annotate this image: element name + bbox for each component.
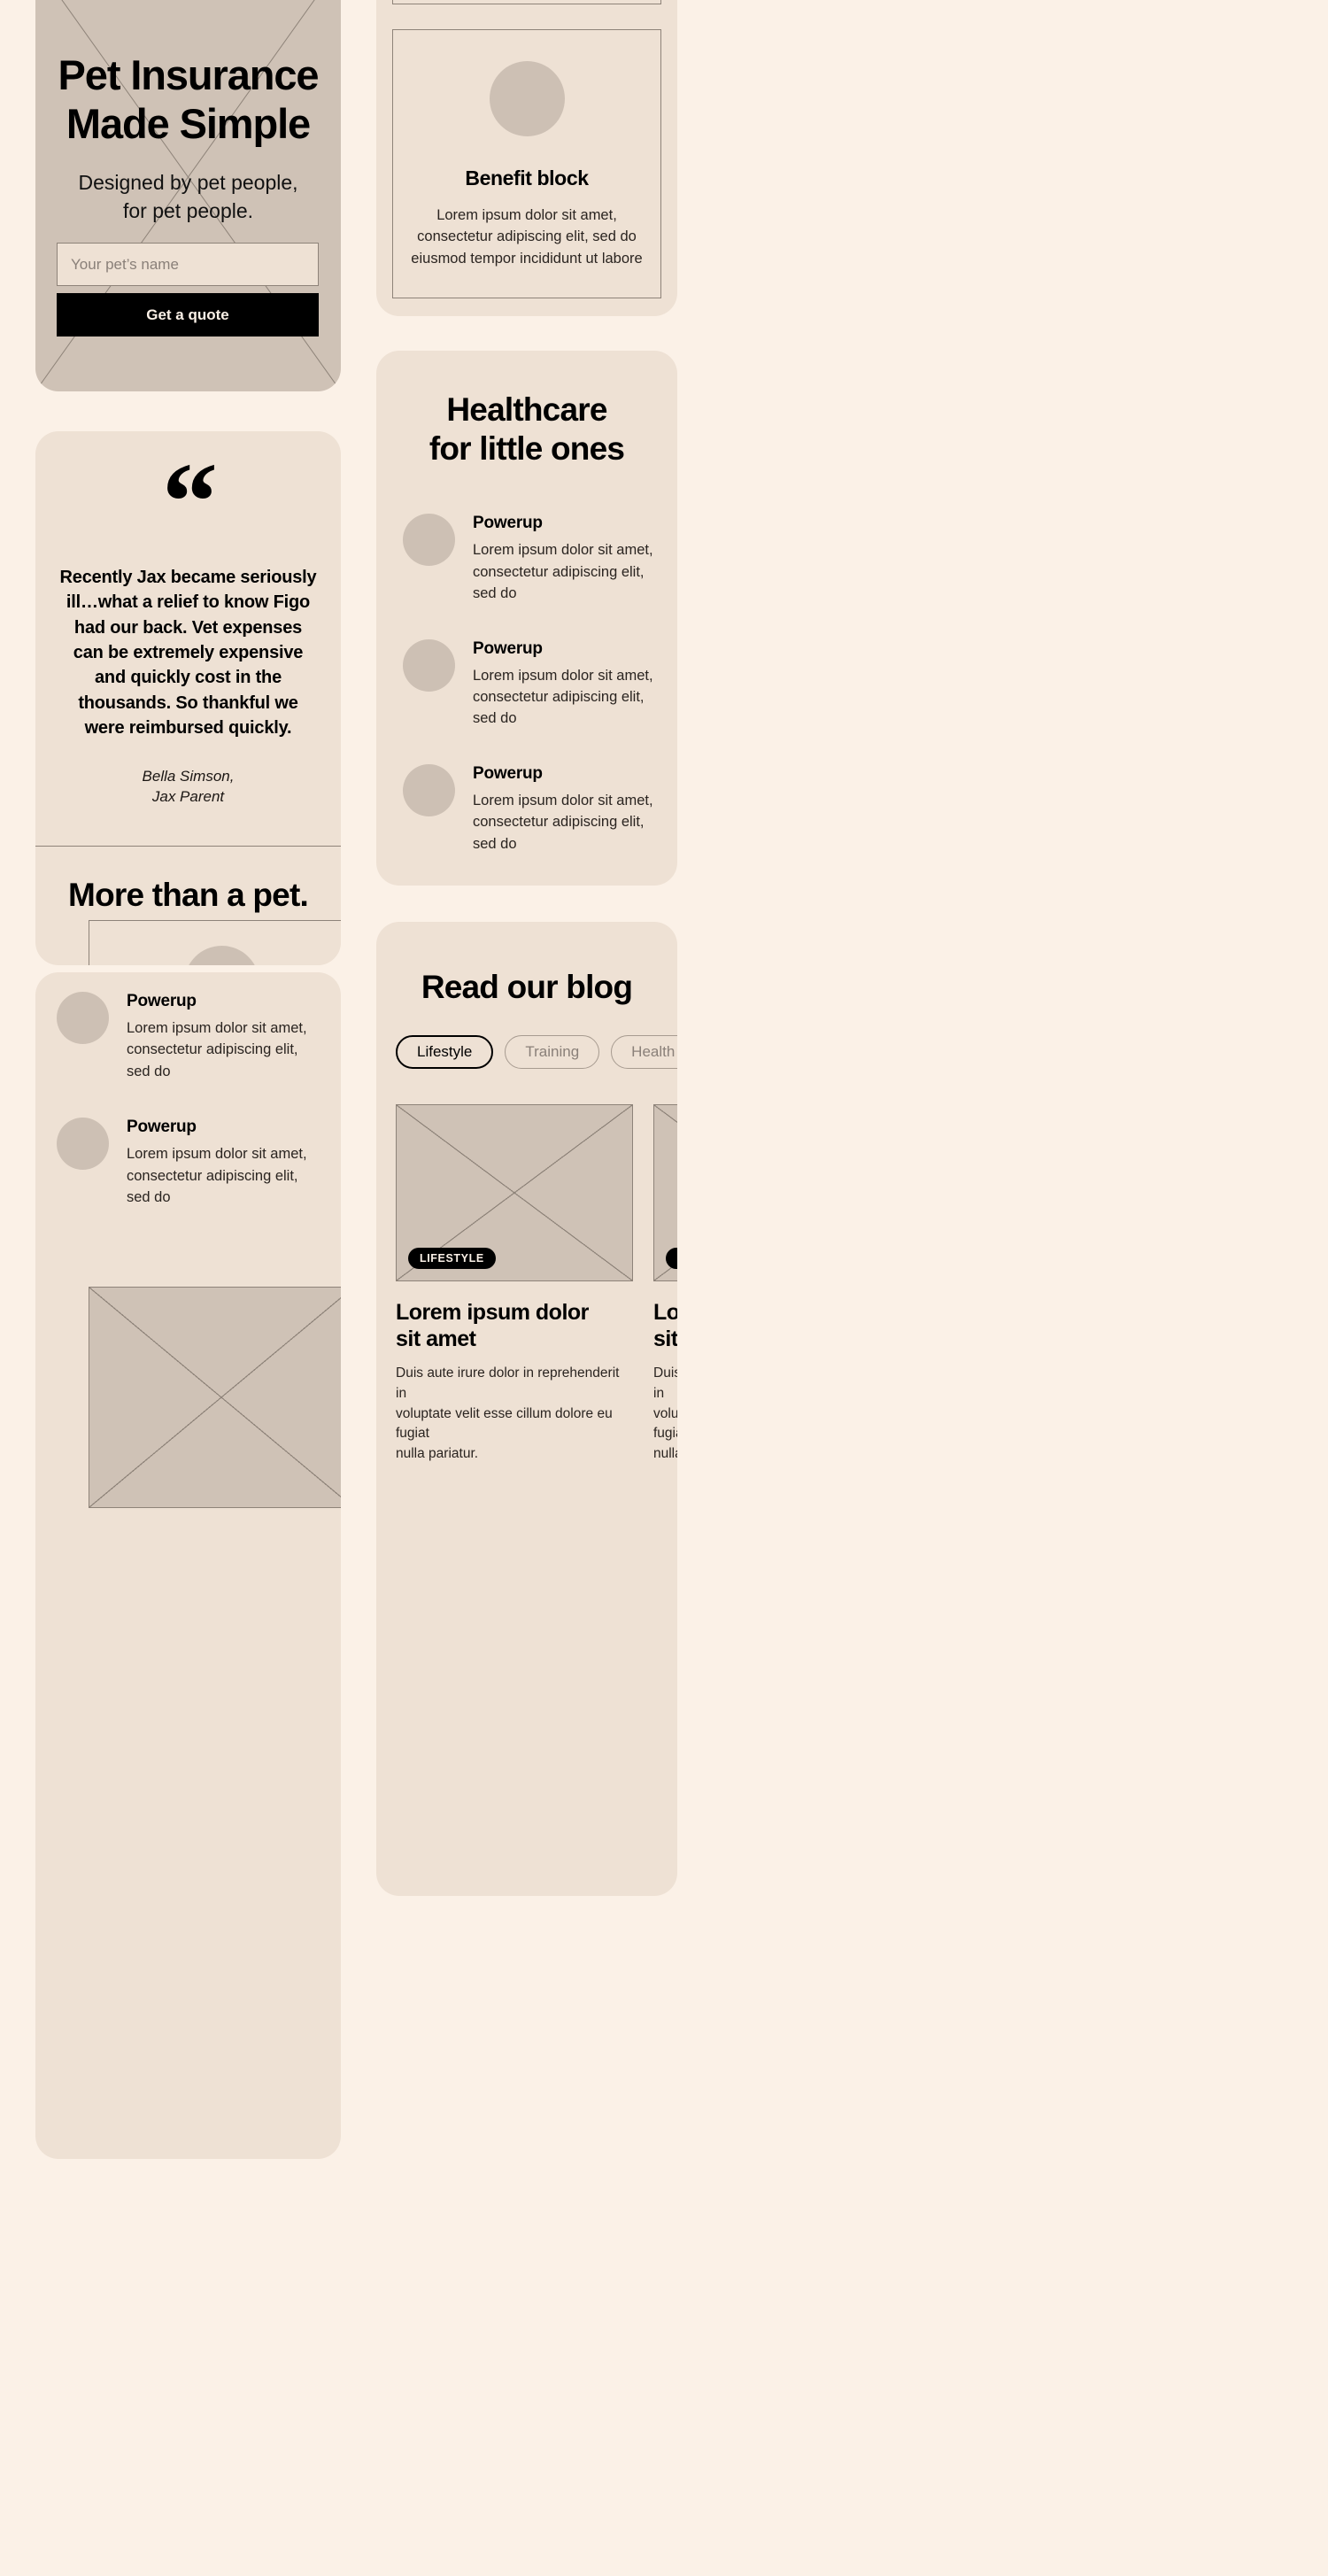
list-item[interactable]: LIFESTYLE Lorem ipsum dolor sit amet Dui… (653, 1103, 677, 1466)
blog-title: Read our blog (421, 969, 633, 1005)
hero-subtitle-line-1: Designed by pet people, (78, 170, 298, 194)
powerup-dot-icon (403, 514, 455, 567)
hero-panel: Pet Insurance Made Simple Designed by pe… (35, 0, 341, 391)
list-item[interactable]: Powerup Lorem ipsum dolor sit amet, cons… (57, 1118, 320, 1208)
blog-panel: Read our blog Lifestyle Training Health … (376, 922, 677, 1896)
image-placeholder (89, 1287, 341, 1508)
mockup-board: Pet Insurance Made Simple Designed by pe… (0, 0, 1328, 2576)
blog-thumbnail: LIFESTYLE (653, 1103, 677, 1281)
more-than-title-line-1: More than a pet. (68, 877, 309, 914)
benefit-box-top-clipped (392, 0, 661, 4)
testimonial-author-name: Bella Simson, (142, 768, 235, 785)
section-divider (35, 846, 341, 847)
quote-mark-icon: “ (162, 441, 218, 564)
blog-card-title: Lorem ipsum dolor sit amet (653, 1299, 677, 1351)
powerup-dot-icon (57, 1118, 109, 1171)
blog-card-excerpt: Duis aute irure dolor in reprehenderit i… (653, 1365, 677, 1462)
healthcare-title-line-1: Healthcare (446, 391, 607, 428)
blog-card-excerpt: Duis aute irure dolor in reprehenderit i… (396, 1365, 620, 1462)
hero-title: Pet Insurance Made Simple (57, 51, 320, 149)
list-item[interactable]: Powerup Lorem ipsum dolor sit amet, cons… (403, 638, 658, 730)
get-a-quote-button[interactable]: Get a quote (57, 293, 319, 337)
testimonial-author-role: Jax Parent (151, 788, 225, 806)
hero-subtitle: Designed by pet people, for pet people. (57, 168, 320, 225)
left-powerups-panel: Powerup Lorem ipsum dolor sit amet, cons… (35, 972, 341, 2159)
healthcare-panel: Healthcare for little ones Powerup Lorem… (376, 351, 677, 886)
powerup-description: Lorem ipsum dolor sit amet, consectetur … (127, 1020, 307, 1079)
healthcare-title: Healthcare for little ones (376, 391, 677, 468)
hero-title-line-1: Pet Insurance (58, 51, 320, 98)
chip-lifestyle[interactable]: Lifestyle (396, 1034, 494, 1069)
pet-name-input[interactable] (57, 243, 319, 286)
blog-card-carousel[interactable]: LIFESTYLE Lorem ipsum dolor sit amet Dui… (396, 1103, 677, 1466)
list-item[interactable]: Powerup Lorem ipsum dolor sit amet, cons… (403, 763, 658, 855)
powerup-dot-icon (403, 763, 455, 816)
benefit-box-clipped (89, 920, 341, 965)
list-item[interactable]: Powerup Lorem ipsum dolor sit amet, cons… (57, 992, 320, 1082)
powerup-description: Lorem ipsum dolor sit amet, consectetur … (473, 667, 653, 727)
powerup-title: Powerup (127, 992, 197, 1010)
blog-thumbnail: LIFESTYLE (396, 1103, 633, 1281)
powerup-title: Powerup (473, 638, 543, 658)
benefit-circle-icon (489, 61, 565, 136)
benefit-circle-icon (183, 946, 259, 965)
powerup-description: Lorem ipsum dolor sit amet, consectetur … (473, 792, 653, 852)
blog-card-title: Lorem ipsum dolor sit amet (396, 1299, 589, 1351)
testimonial-panel: “ Recently Jax became seriously ill…what… (35, 431, 341, 965)
powerup-title: Powerup (473, 763, 543, 783)
list-item[interactable]: Powerup Lorem ipsum dolor sit amet, cons… (403, 514, 658, 604)
powerup-title: Powerup (473, 514, 543, 533)
powerup-description: Lorem ipsum dolor sit amet, consectetur … (127, 1146, 307, 1206)
chip-health[interactable]: Health (611, 1034, 677, 1069)
testimonial-attribution: Bella Simson, Jax Parent (35, 767, 341, 808)
list-item[interactable]: LIFESTYLE Lorem ipsum dolor sit amet Dui… (396, 1103, 633, 1466)
benefit-block-body: Lorem ipsum dolor sit amet, consectetur … (411, 207, 643, 267)
powerup-dot-icon (57, 992, 109, 1044)
benefit-block: Benefit block Lorem ipsum dolor sit amet… (392, 29, 661, 298)
powerup-title: Powerup (127, 1118, 197, 1137)
powerup-dot-icon (403, 638, 455, 692)
benefits-panel: Benefit block Lorem ipsum dolor sit amet… (376, 0, 677, 316)
status-badge: LIFESTYLE (408, 1247, 496, 1269)
blog-category-chips: Lifestyle Training Health Stories (396, 1034, 677, 1069)
hero-title-line-2: Made Simple (66, 99, 311, 147)
benefit-block-title: Benefit block (465, 166, 589, 190)
powerup-description: Lorem ipsum dolor sit amet, consectetur … (473, 542, 653, 602)
hero-subtitle-line-2: for pet people. (122, 199, 254, 223)
chip-training[interactable]: Training (505, 1034, 600, 1069)
healthcare-title-line-2: for little ones (429, 429, 625, 467)
testimonial-quote-text: Recently Jax became seriously ill…what a… (59, 567, 317, 739)
